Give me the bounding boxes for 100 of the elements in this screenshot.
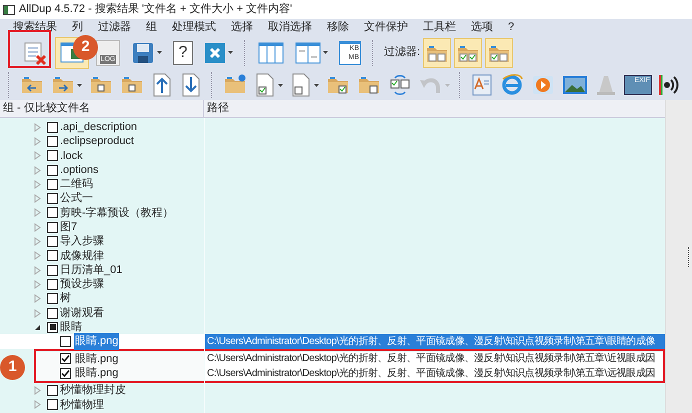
group-name: .eclipseproduct: [60, 134, 134, 150]
columns-icon: [295, 40, 321, 64]
checkbox[interactable]: [47, 250, 58, 262]
menu-item[interactable]: 处理模式: [172, 18, 216, 36]
caret-icon[interactable]: [77, 84, 82, 86]
checkbox[interactable]: [47, 293, 58, 304]
document-checkbox-icon: [290, 73, 312, 97]
toolbar-grip[interactable]: [8, 72, 11, 98]
checkbox[interactable]: [47, 264, 58, 276]
tree-row[interactable]: 公式一: [0, 191, 665, 206]
checkbox[interactable]: [60, 336, 71, 348]
checkbox[interactable]: [47, 278, 58, 290]
menu-item[interactable]: 工具栏: [423, 18, 456, 36]
checkbox[interactable]: [47, 193, 58, 204]
tree-row[interactable]: 谢谢观看: [0, 306, 665, 320]
file-path: C:\Users\Administrator\Desktop\光的折射、反射、平面镜成像、漫反射\知识点视频录制\第五章\近视眼成因: [207, 352, 656, 366]
caret-icon[interactable]: [157, 51, 162, 54]
menu-item[interactable]: 文件保护: [364, 18, 408, 36]
document-icon: [471, 73, 493, 97]
tree-row[interactable]: 树: [0, 292, 665, 306]
group-name: .api_description: [60, 120, 138, 135]
checkbox[interactable]: [47, 178, 58, 190]
file-name: 眼睛.png: [74, 333, 120, 350]
filter-button[interactable]: [423, 38, 452, 68]
file-row[interactable]: 眼睛.png C:\Users\Administrator\Desktop\光的折射、反射、平面镜成像、漫反射\知识点视频录制\第五章\远视眼成因: [36, 366, 663, 380]
tree-row[interactable]: 秒懂物理: [0, 398, 665, 412]
menu-item[interactable]: 移除: [327, 18, 349, 36]
sound-icon: [659, 73, 681, 97]
column-header[interactable]: 路径: [204, 100, 665, 117]
checkbox[interactable]: [47, 236, 58, 248]
group-name: 日历清单_01: [60, 262, 122, 278]
menu-item[interactable]: 取消选择: [268, 18, 312, 36]
expanded-triangle-icon[interactable]: [34, 324, 40, 331]
group-name: 图7: [60, 220, 78, 235]
menu-item[interactable]: 选择: [231, 18, 253, 36]
tree-row[interactable]: 眼睛: [0, 320, 665, 334]
group-name: 秒懂物理封皮: [60, 383, 126, 398]
arrow-up-icon: [151, 73, 173, 97]
arrow-down-icon: [180, 73, 202, 97]
tree-row[interactable]: 剪映-字幕预设（教程）: [0, 206, 665, 220]
checkbox[interactable]: [47, 399, 58, 410]
document-checkbox-icon: [254, 73, 276, 97]
browser-icon: [500, 73, 524, 97]
toolbar-button[interactable]: ?: [169, 36, 197, 68]
tree-row[interactable]: 二维码: [0, 177, 665, 192]
tree-row[interactable]: .lock: [0, 148, 665, 163]
checkbox[interactable]: [47, 308, 58, 319]
caret-icon[interactable]: [228, 51, 233, 54]
tree-row[interactable]: 预设步骤: [0, 277, 665, 292]
menu-item[interactable]: 组: [146, 18, 157, 36]
column-header[interactable]: 组 - 仅比较文件名: [0, 100, 204, 117]
caret-icon[interactable]: [323, 51, 328, 54]
menu-item[interactable]: 选项: [471, 18, 493, 36]
checkbox[interactable]: [47, 122, 58, 133]
group-name: .options: [60, 162, 99, 178]
checkbox[interactable]: [47, 222, 58, 233]
checkbox[interactable]: [47, 322, 58, 333]
close-icon: [204, 42, 226, 64]
menu-item[interactable]: ?: [508, 18, 514, 36]
checkbox[interactable]: [47, 164, 58, 176]
toolbar-grip[interactable]: [459, 72, 462, 98]
tree-row[interactable]: 导入步骤: [0, 234, 665, 249]
file-row[interactable]: 眼睛.png C:\Users\Administrator\Desktop\光的折射、反射、平面镜成像、漫反射\知识点视频录制\第五章\眼睛的成像: [0, 334, 665, 349]
tree-row[interactable]: 日历清单_01: [0, 262, 665, 278]
tree-row[interactable]: 图7: [0, 220, 665, 234]
tree-row[interactable]: 成像规律: [0, 248, 665, 263]
toolbar-grip[interactable]: [211, 72, 214, 98]
checkbox[interactable]: [47, 385, 58, 396]
tree-row[interactable]: 秒懂物理封皮: [0, 383, 665, 398]
filter-label: 过滤器:: [384, 45, 420, 60]
menu-item[interactable]: 过滤器: [98, 18, 131, 36]
tree-row[interactable]: .options: [0, 162, 665, 178]
caret-icon[interactable]: [314, 84, 319, 86]
group-name: 预设步骤: [60, 277, 104, 292]
columns-icon: [258, 40, 284, 64]
group-name: 二维码: [60, 176, 93, 192]
filter-button[interactable]: [454, 38, 482, 68]
swap-icon: [388, 73, 412, 97]
callout-badge: 2: [73, 35, 98, 60]
checkbox[interactable]: [47, 136, 58, 147]
caret-icon[interactable]: [278, 84, 283, 86]
file-row[interactable]: 眼睛.png C:\Users\Administrator\Desktop\光的折射、反射、平面镜成像、漫反射\知识点视频录制\第五章\近视眼成因: [36, 352, 663, 366]
scrollbar[interactable]: [665, 100, 692, 413]
menu-item[interactable]: 列: [72, 18, 83, 36]
group-name: 秒懂物理: [60, 398, 104, 413]
checkbox[interactable]: [60, 353, 71, 364]
tree-row[interactable]: .eclipseproduct: [0, 134, 665, 149]
list-remove-icon: [22, 40, 48, 66]
toolbar-grip[interactable]: [372, 40, 375, 66]
window-title: AllDup 4.5.72 - 搜索结果 '文件名 + 文件大小 + 文件内容': [19, 2, 292, 18]
play-icon: [531, 73, 555, 97]
toolbar-grip[interactable]: [244, 40, 247, 66]
checkbox[interactable]: [47, 207, 58, 218]
tree-row[interactable]: .api_description: [0, 120, 665, 134]
checkbox[interactable]: [47, 150, 58, 162]
help-icon: ?: [173, 40, 193, 64]
filter-button[interactable]: [485, 38, 514, 68]
group-name: 剪映-字幕预设（教程）: [60, 206, 174, 221]
checkbox[interactable]: [60, 368, 71, 379]
group-name: 树: [60, 291, 71, 306]
